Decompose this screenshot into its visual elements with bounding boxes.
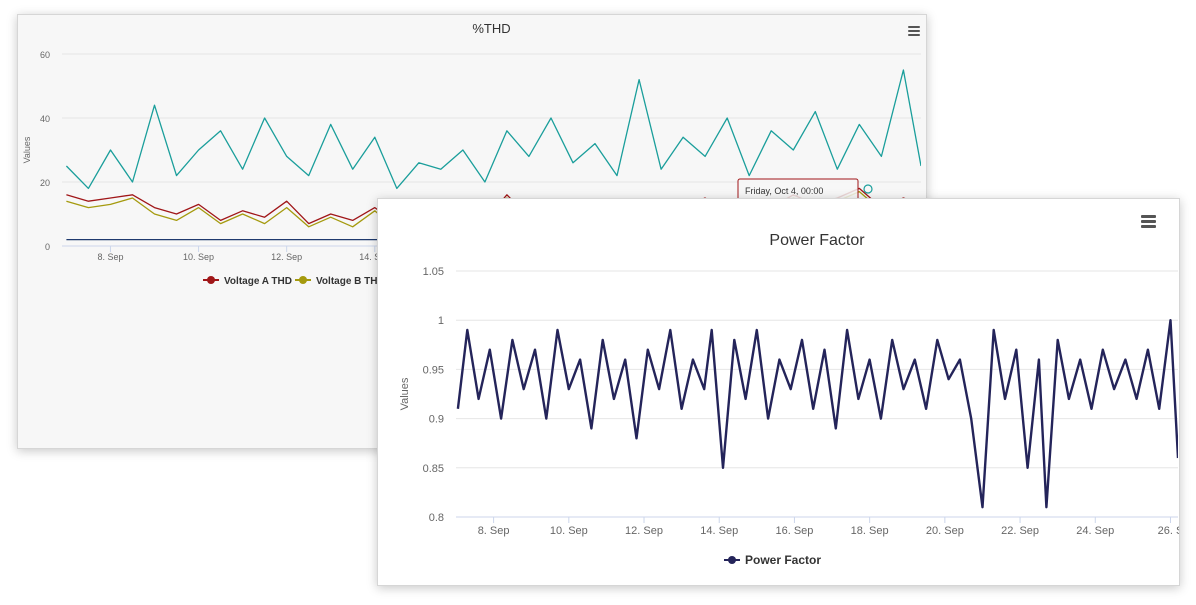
- series-line-0: [456, 319, 1178, 509]
- x-tick-label: 10. Sep: [550, 525, 588, 537]
- legend-marker: [207, 276, 215, 284]
- y-tick-label: 0.8: [429, 512, 444, 524]
- x-tick-label: 8. Sep: [97, 252, 123, 262]
- x-tick-label: 12. Sep: [625, 525, 663, 537]
- x-tick-label: 14. Sep: [700, 525, 738, 537]
- power-factor-chart-svg: Power Factor 0.8 0.85 0.9 0.95 1 1.05 Values 8. …: [399, 232, 1179, 567]
- y-tick-label: 40: [40, 114, 50, 124]
- x-tick-label: 12. Sep: [271, 252, 302, 262]
- legend-item-label: Voltage B THD: [316, 276, 385, 287]
- chart-title: Power Factor: [769, 232, 865, 249]
- x-tick-label: 8. Sep: [478, 525, 510, 537]
- tooltip-text: Friday, Oct 4, 00:00: [745, 186, 823, 196]
- y-tick-label: 20: [40, 178, 50, 188]
- y-tick-label: 0.85: [423, 463, 444, 475]
- hamburger-menu-icon[interactable]: [1141, 215, 1156, 228]
- y-tick-label: 60: [40, 50, 50, 60]
- x-tick-label: 24. Sep: [1076, 525, 1114, 537]
- hamburger-menu-icon[interactable]: [908, 26, 920, 36]
- legend-marker: [299, 276, 307, 284]
- legend-item-label: Power Factor: [745, 553, 821, 567]
- legend-item-label: Voltage A THD: [224, 276, 292, 287]
- y-axis-label: Values: [22, 136, 32, 163]
- x-tick-label: 26. S: [1158, 525, 1179, 537]
- chart-title: %THD: [472, 21, 510, 36]
- x-tick-label: 20. Sep: [926, 525, 964, 537]
- x-tick-label: 18. Sep: [851, 525, 889, 537]
- y-tick-label: 1: [438, 315, 444, 327]
- y-axis-label: Values: [399, 377, 411, 410]
- legend-marker: [728, 556, 736, 564]
- y-tick-label: 0: [45, 242, 50, 252]
- y-tick-label: 1.05: [423, 266, 444, 278]
- series-line-2: [65, 69, 921, 190]
- power-factor-chart-card: Power Factor 0.8 0.85 0.9 0.95 1 1.05 Values 8. …: [377, 198, 1180, 586]
- x-tick-label: 10. Sep: [183, 252, 214, 262]
- tooltip-hover-marker: [863, 184, 873, 194]
- series-group: [456, 319, 1178, 509]
- x-tick-label: 22. Sep: [1001, 525, 1039, 537]
- y-tick-label: 0.95: [423, 364, 444, 376]
- y-tick-label: 0.9: [429, 414, 444, 426]
- x-tick-label: 16. Sep: [775, 525, 813, 537]
